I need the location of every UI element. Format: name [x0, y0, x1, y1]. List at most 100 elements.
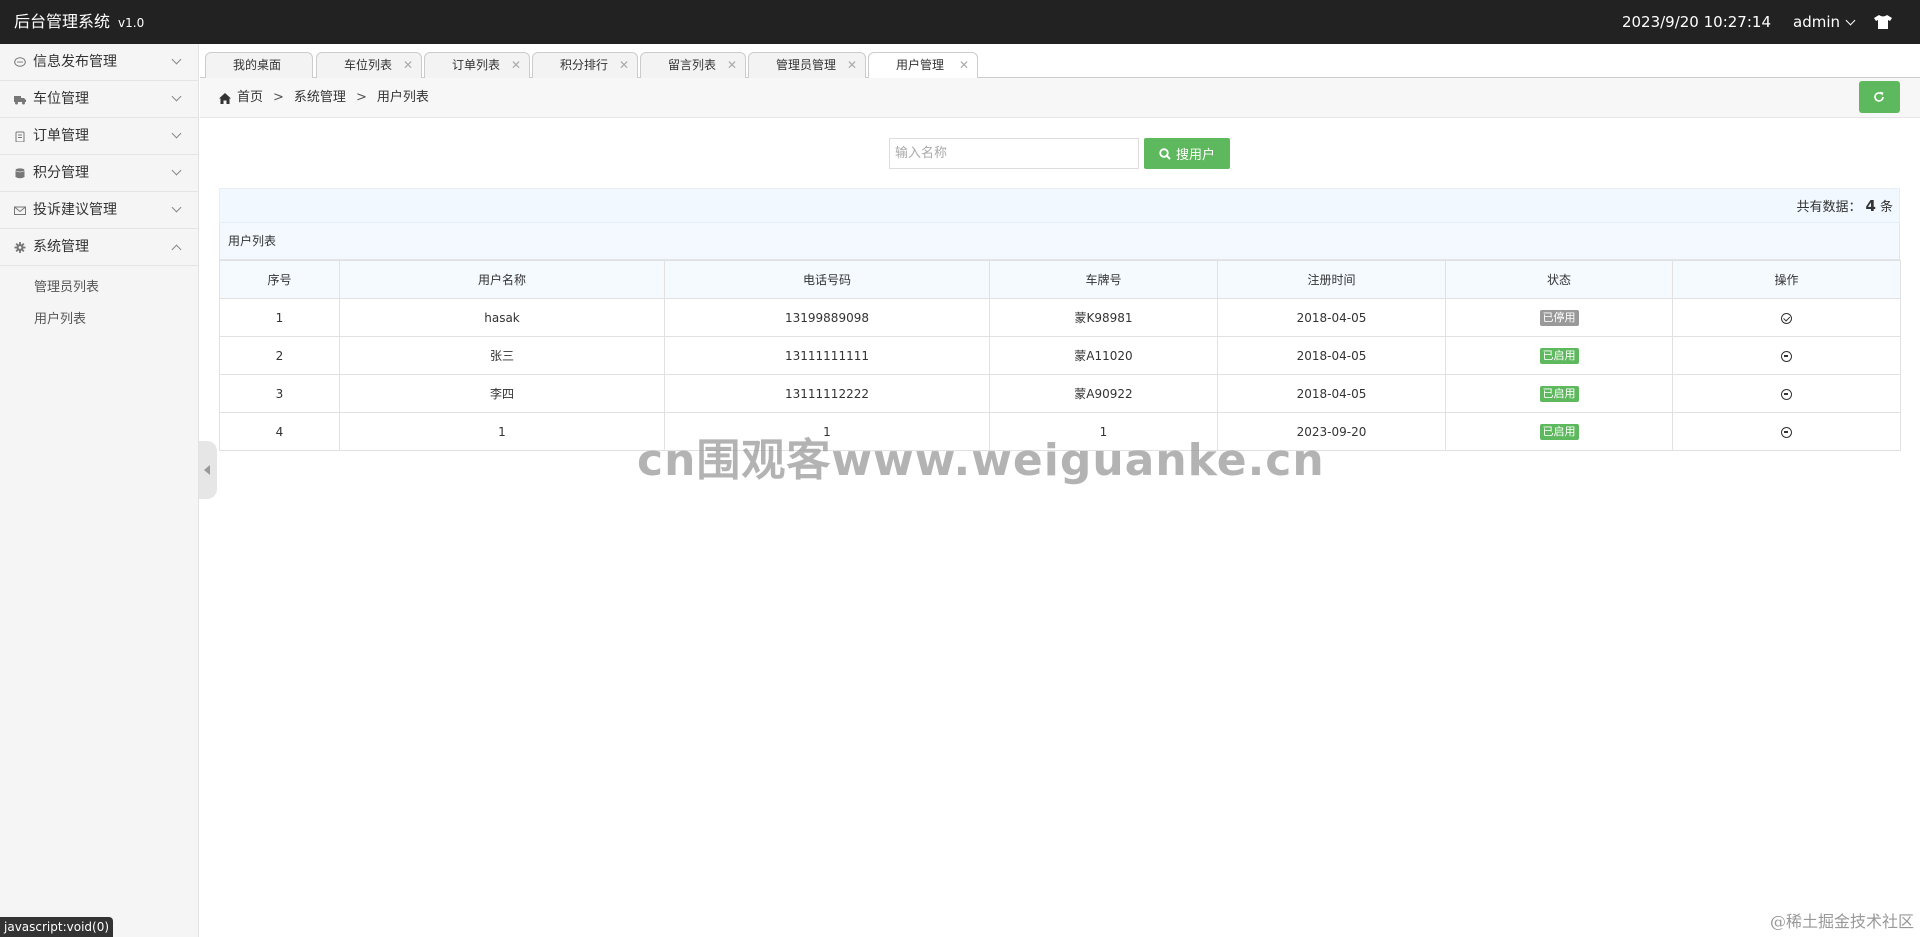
col-username: 用户名称: [339, 260, 665, 299]
cell-register-date: 2018-04-05: [1217, 298, 1446, 337]
chevron-down-icon: [171, 91, 182, 102]
cell-phone: 13111111111: [664, 336, 990, 375]
watermark: cn围观客www.weiguanke.cn: [637, 435, 1325, 486]
table-caption: 用户列表: [219, 223, 1900, 260]
home-icon: [219, 92, 231, 104]
status-badge: 已启用: [1539, 347, 1579, 364]
breadcrumb-bar: 首页 > 系统管理 > 用户列表: [200, 78, 1920, 118]
current-datetime: 2023/9/20 10:27:14: [1621, 13, 1771, 31]
close-icon[interactable]: ✕: [959, 53, 969, 77]
table-header-row: 序号 用户名称 电话号码 车牌号 注册时间 状态 操作: [219, 260, 1901, 299]
tab-user-management[interactable]: 用户管理 ✕: [868, 52, 978, 79]
record-count: 共有数据： 4 条: [1797, 189, 1893, 225]
tab-label: 管理员管理: [776, 58, 837, 72]
tshirt-icon[interactable]: [1874, 15, 1892, 29]
cell-phone: 13111112222: [664, 374, 990, 413]
source-credit: @稀土掘金技术社区: [1769, 912, 1914, 931]
app-version: v1.0: [118, 16, 145, 30]
table-row: 3 李四 13111112222 蒙A90922 2018-04-05 已启用: [219, 374, 1901, 413]
close-icon[interactable]: ✕: [619, 53, 629, 77]
col-phone: 电话号码: [664, 260, 990, 299]
cell-index: 4: [219, 412, 340, 451]
user-menu[interactable]: admin: [1793, 13, 1856, 31]
browser-status-bar: javascript:void(0): [0, 917, 114, 937]
tab-label: 订单列表: [452, 58, 501, 72]
sidebar-item-parking[interactable]: 车位管理: [0, 81, 198, 118]
search-user-button[interactable]: 搜用户: [1144, 138, 1230, 169]
breadcrumb-section[interactable]: 系统管理: [294, 78, 346, 118]
cell-plate: 蒙A11020: [989, 336, 1218, 375]
close-icon[interactable]: ✕: [847, 53, 857, 77]
disable-icon[interactable]: [1781, 350, 1792, 362]
status-badge: 已启用: [1539, 423, 1579, 440]
cell-actions: [1672, 412, 1901, 451]
sidebar-item-system[interactable]: 系统管理: [0, 229, 198, 266]
sidebar-subitem-user-list[interactable]: 用户列表: [0, 304, 198, 336]
sidebar-item-points[interactable]: 积分管理: [0, 155, 198, 192]
database-icon: [15, 168, 25, 179]
chat-bubble-icon: [14, 57, 26, 67]
tab-label: 留言列表: [668, 58, 717, 72]
chevron-down-icon: [171, 128, 182, 139]
username: admin: [1793, 13, 1840, 31]
app-brand[interactable]: 后台管理系统 v1.0: [14, 0, 144, 44]
tab-order-list[interactable]: 订单列表 ✕: [424, 52, 530, 78]
refresh-button[interactable]: [1859, 81, 1900, 113]
status-badge: 已停用: [1539, 309, 1579, 326]
cell-phone: 13199889098: [664, 298, 990, 337]
table-row: 1 hasak 13199889098 蒙K98981 2018-04-05 已…: [219, 298, 1901, 337]
sidebar-subitem-admin-list[interactable]: 管理员列表: [0, 272, 198, 304]
cell-username: 李四: [339, 374, 665, 413]
cell-plate: 蒙K98981: [989, 298, 1218, 337]
user-table: 序号 用户名称 电话号码 车牌号 注册时间 状态 操作 1 hasak 1319…: [219, 260, 1901, 451]
cell-username: 张三: [339, 336, 665, 375]
cell-actions: [1672, 336, 1901, 375]
sidebar: 信息发布管理 车位管理 订单管理 积分管理 投诉建议管理 系统管理 管理员列表 …: [0, 44, 199, 937]
gear-icon: [14, 242, 26, 253]
sidebar-item-label: 积分管理: [33, 165, 89, 181]
sidebar-item-info-publish[interactable]: 信息发布管理: [0, 44, 198, 81]
count-value: 4: [1865, 197, 1876, 215]
cell-status: 已启用: [1445, 374, 1673, 413]
breadcrumb: 首页 > 系统管理 > 用户列表: [219, 78, 429, 118]
cell-status: 已停用: [1445, 298, 1673, 337]
top-header: 后台管理系统 v1.0 2023/9/20 10:27:14 admin: [0, 0, 1920, 44]
tab-message-list[interactable]: 留言列表 ✕: [640, 52, 746, 78]
chevron-down-icon: [171, 202, 182, 213]
tab-parking-list[interactable]: 车位列表 ✕: [316, 52, 422, 78]
envelope-icon: [14, 206, 26, 215]
count-suffix: 条: [1879, 200, 1893, 215]
cell-username: 1: [339, 412, 665, 451]
cell-index: 3: [219, 374, 340, 413]
search-button-label: 搜用户: [1175, 148, 1215, 163]
status-badge: 已启用: [1539, 385, 1579, 402]
tab-desktop[interactable]: 我的桌面: [205, 52, 313, 78]
refresh-icon: [1874, 91, 1884, 102]
search-input[interactable]: [889, 138, 1139, 169]
close-icon[interactable]: ✕: [727, 53, 737, 77]
disable-icon[interactable]: [1781, 426, 1792, 438]
sidebar-collapse-toggle[interactable]: [199, 441, 217, 499]
tab-admin-management[interactable]: 管理员管理 ✕: [748, 52, 866, 78]
sidebar-item-label: 订单管理: [33, 128, 89, 144]
sidebar-item-orders[interactable]: 订单管理: [0, 118, 198, 155]
user-table-panel: 用户列表 序号 用户名称 电话号码 车牌号 注册时间 状态 操作 1 hasak…: [219, 223, 1901, 451]
close-icon[interactable]: ✕: [511, 53, 521, 77]
tab-label: 车位列表: [344, 58, 393, 72]
enable-icon[interactable]: [1781, 312, 1792, 324]
tab-bar: 我的桌面 车位列表 ✕ 订单列表 ✕ 积分排行 ✕ 留言列表 ✕ 管理员管理 ✕ 用户管理…: [200, 44, 1920, 79]
chevron-down-icon: [1845, 15, 1856, 25]
breadcrumb-home[interactable]: 首页: [237, 78, 263, 118]
cell-register-date: 2018-04-05: [1217, 374, 1446, 413]
tab-points-ranking[interactable]: 积分排行 ✕: [532, 52, 638, 78]
search-icon: [1159, 147, 1171, 160]
close-icon[interactable]: ✕: [403, 53, 413, 77]
disable-icon[interactable]: [1781, 388, 1792, 400]
cell-username: hasak: [339, 298, 665, 337]
sidebar-item-label: 车位管理: [33, 91, 89, 107]
chevron-down-icon: [171, 165, 182, 176]
sidebar-item-complaints[interactable]: 投诉建议管理: [0, 192, 198, 229]
cell-actions: [1672, 298, 1901, 337]
breadcrumb-separator: >: [273, 90, 284, 105]
system-submenu: 管理员列表 用户列表: [0, 266, 198, 336]
